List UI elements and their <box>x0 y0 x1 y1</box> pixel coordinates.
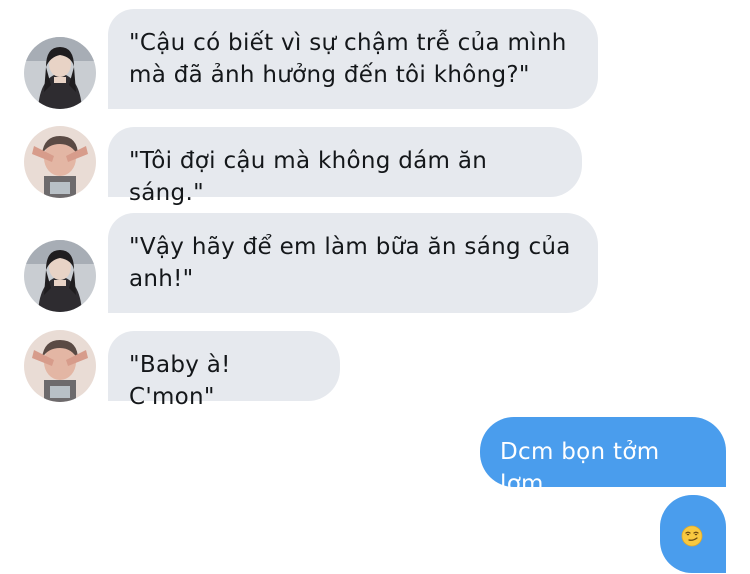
avatar-girl[interactable] <box>24 37 96 109</box>
message-bubble-incoming[interactable]: "Tôi đợi cậu mà không dám ăn sáng." <box>108 127 582 206</box>
message-row-4: "Baby à! C'mon" <box>0 325 750 410</box>
avatar-boy[interactable] <box>24 126 96 198</box>
message-bubble-incoming[interactable]: "Vậy hãy để em làm bữa ăn sáng của anh!" <box>108 213 598 313</box>
message-bubble-outgoing[interactable]: Dcm bọn tởm lợm <box>480 417 726 497</box>
boy-avatar-icon <box>24 330 96 402</box>
message-row-2: "Tôi đợi cậu mà không dám ăn sáng." <box>0 120 750 206</box>
smirking-face-icon <box>681 525 703 547</box>
message-row-1: "Cậu có biết vì sự chậm trễ của mình mà … <box>0 0 750 110</box>
message-bubble-incoming[interactable]: "Baby à! C'mon" <box>108 331 340 410</box>
message-bubble-incoming[interactable]: "Cậu có biết vì sự chậm trễ của mình mà … <box>108 9 598 109</box>
girl-avatar-icon <box>24 37 96 109</box>
avatar-girl[interactable] <box>24 240 96 312</box>
boy-avatar-icon <box>24 126 96 198</box>
message-bubble-outgoing-emoji[interactable] <box>660 495 726 573</box>
avatar-boy[interactable] <box>24 330 96 402</box>
message-row-3: "Vậy hãy để em làm bữa ăn sáng của anh!" <box>0 210 750 320</box>
girl-avatar-icon <box>24 240 96 312</box>
